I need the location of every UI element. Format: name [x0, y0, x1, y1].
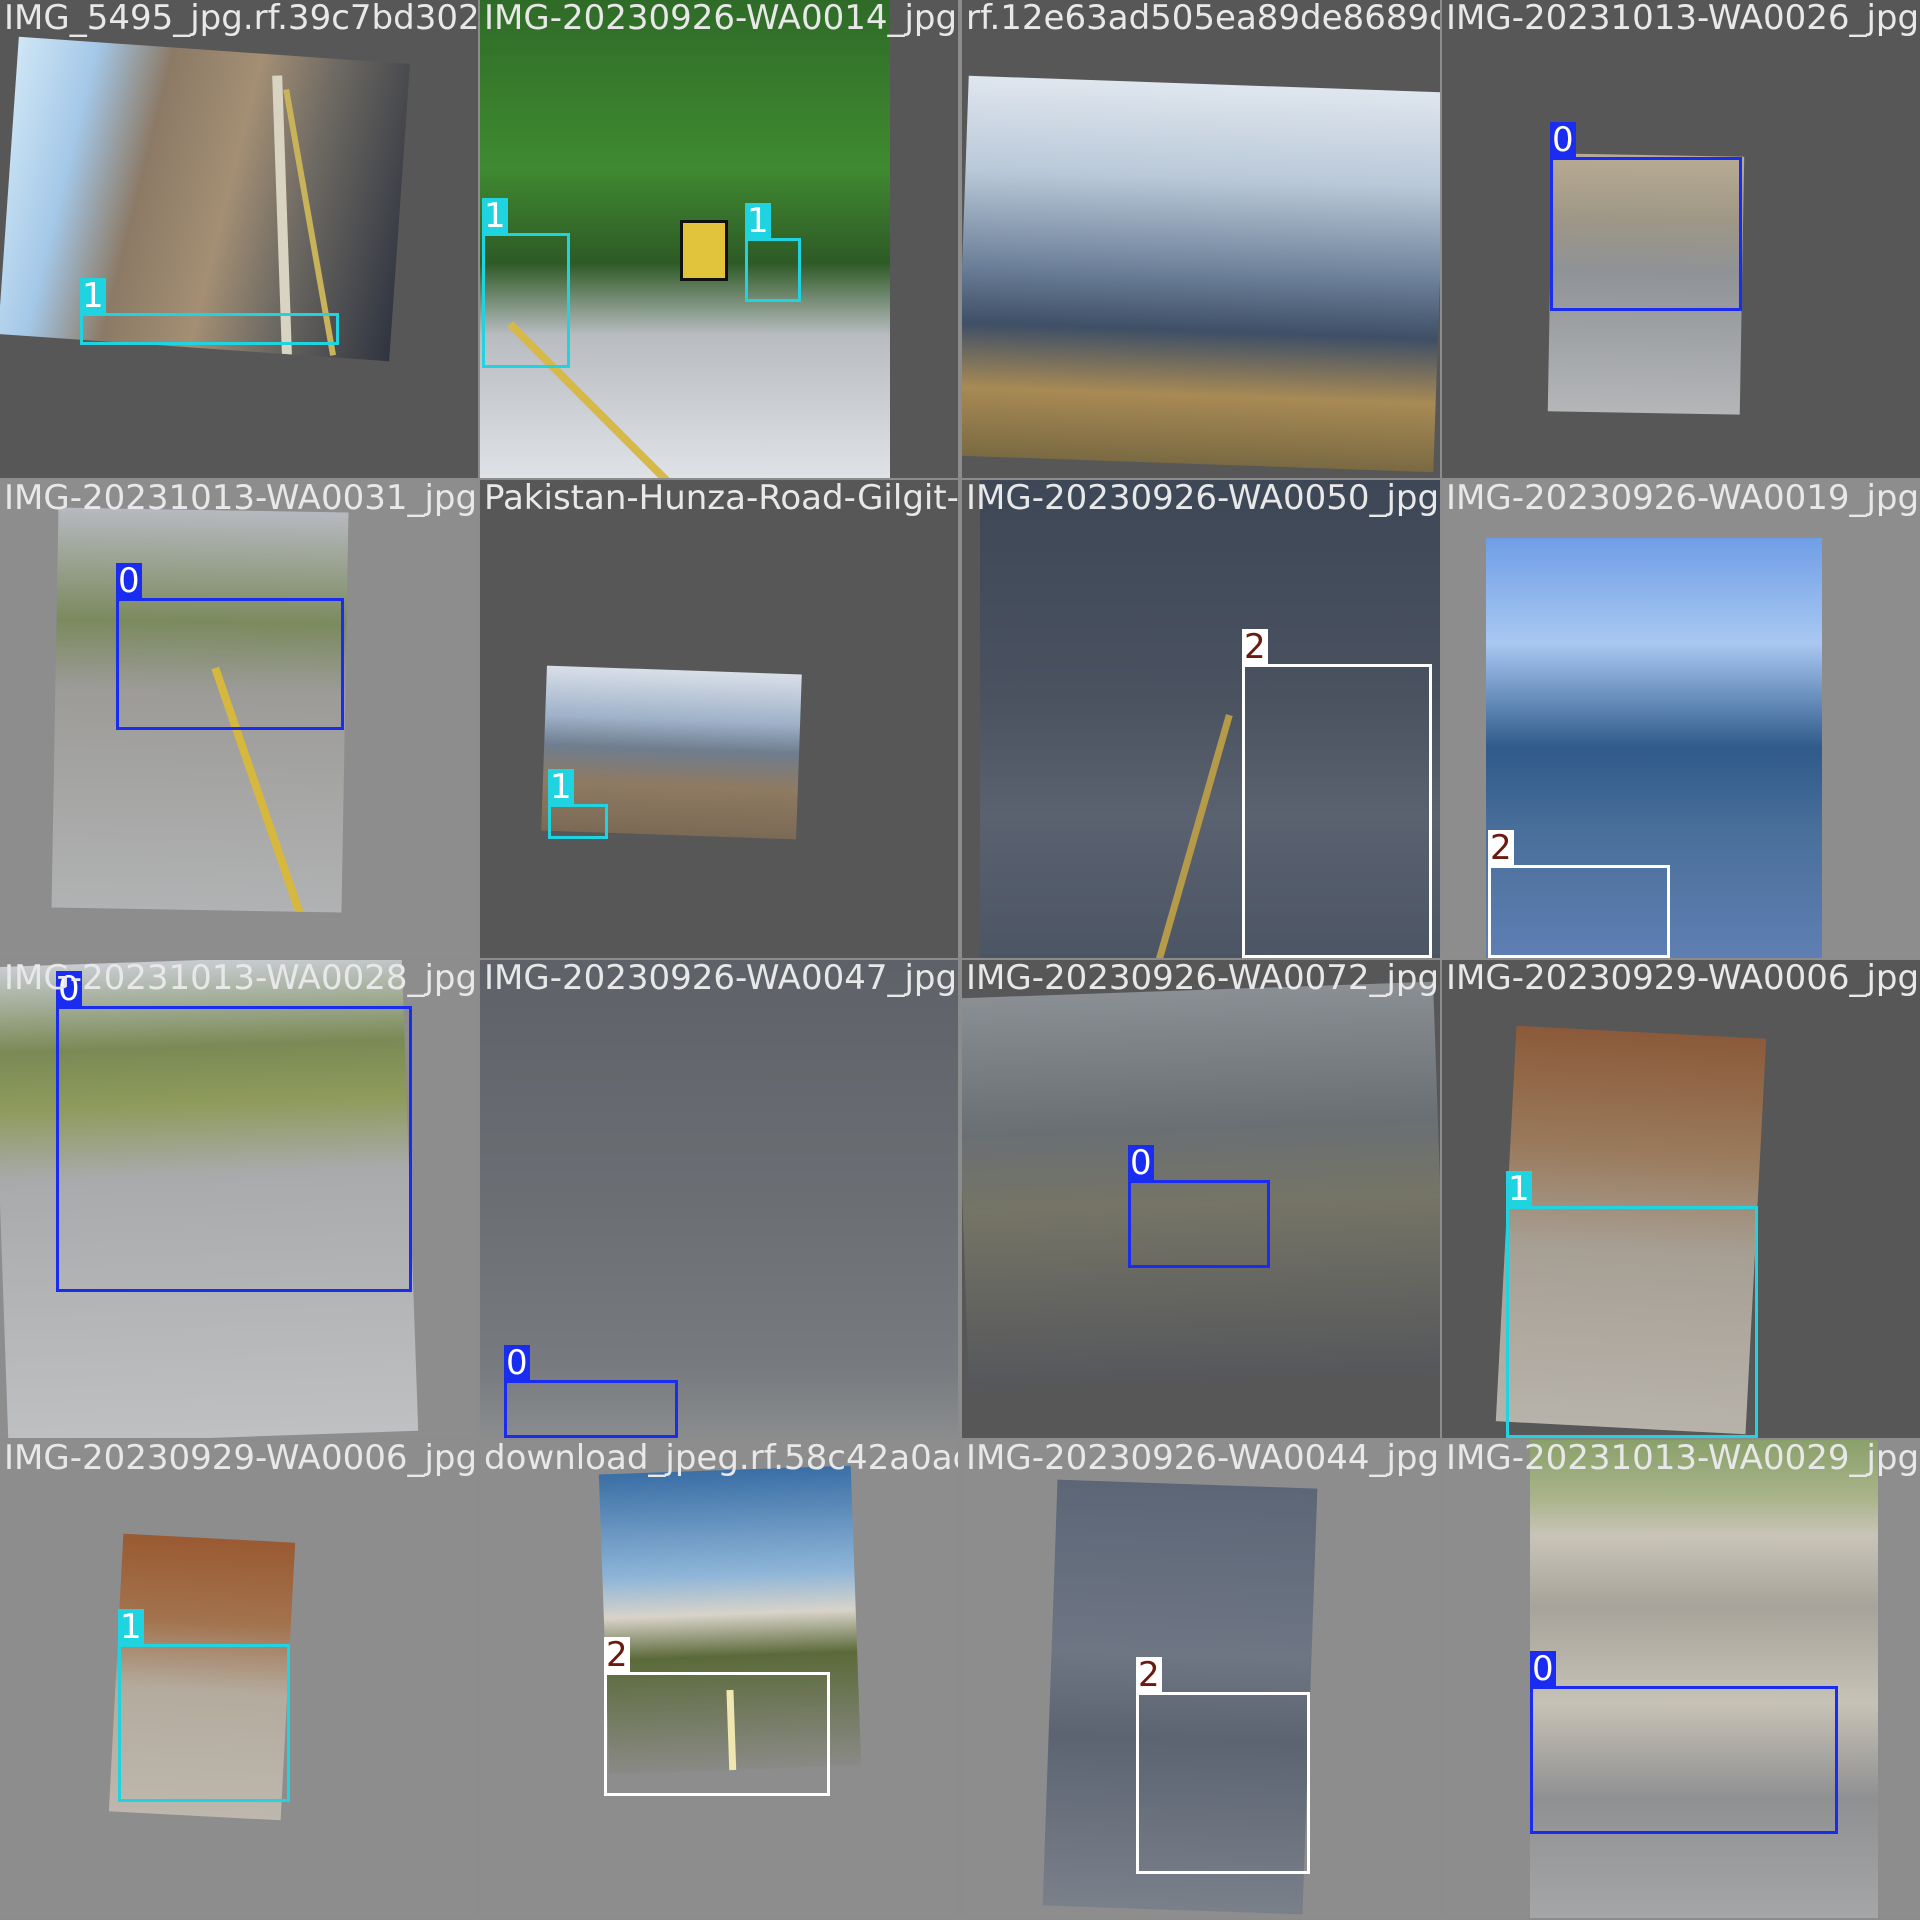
bounding-box — [548, 804, 608, 839]
class-label: 0 — [1128, 1143, 1154, 1183]
class-label: 0 — [1550, 120, 1576, 160]
bounding-box — [1488, 865, 1670, 958]
bounding-box — [745, 238, 801, 302]
bounding-box — [604, 1672, 830, 1796]
class-label: 0 — [504, 1343, 530, 1383]
image-filename: IMG-20230926-WA0019_jpg — [1446, 480, 1920, 518]
bounding-box — [482, 233, 570, 368]
image-filename: IMG_5495_jpg.rf.39c7bd302f7c0856215029e — [4, 0, 478, 38]
class-label: 2 — [1488, 828, 1514, 868]
mosaic-tile: 0 IMG-20231013-WA0031_jpg — [0, 480, 478, 958]
mosaic-tile: 0 IMG-20231013-WA0029_jpg — [1442, 1440, 1920, 1918]
mosaic-tile: 1 IMG-20230929-WA0006_jpg — [1442, 960, 1920, 1438]
bounding-box — [56, 1006, 412, 1292]
class-label: 1 — [80, 276, 106, 316]
bounding-box — [1136, 1692, 1310, 1874]
bounding-box — [118, 1644, 290, 1802]
class-label: 1 — [118, 1607, 144, 1647]
mosaic-tile: 2 IMG-20230926-WA0019_jpg — [1442, 480, 1920, 958]
class-label: 1 — [1506, 1169, 1532, 1209]
mosaic-tile: 2 download_jpeg.rf.58c42a0ac4859d4 — [480, 1440, 958, 1918]
image-filename: IMG-20230929-WA0006_jpg — [1446, 960, 1920, 998]
bounding-box — [1506, 1206, 1758, 1438]
mosaic-tile: 0 IMG-20230926-WA0072_jpg — [962, 960, 1440, 1438]
class-label: 2 — [1136, 1655, 1162, 1695]
augmented-batch-mosaic: 1 IMG_5495_jpg.rf.39c7bd302f7c0856215029… — [0, 0, 1920, 1920]
mosaic-tile: 1 IMG-20230929-WA0006_jpg — [0, 1440, 478, 1918]
class-label: 2 — [604, 1635, 630, 1675]
mosaic-tile: 1 IMG_5495_jpg.rf.39c7bd302f7c0856215029… — [0, 0, 478, 478]
class-label: 1 — [482, 196, 508, 236]
bounding-box — [1242, 664, 1432, 958]
image-filename: IMG-20230929-WA0006_jpg — [4, 1440, 478, 1478]
bounding-box — [80, 313, 339, 345]
class-label: 0 — [56, 969, 82, 1009]
road-photo — [1530, 1440, 1878, 1918]
bounding-box — [1550, 157, 1742, 311]
class-label: 2 — [1242, 627, 1268, 667]
mosaic-tile: 0 IMG-20231013-WA0026_jpg — [1442, 0, 1920, 478]
class-label: 1 — [745, 201, 771, 241]
mosaic-tile: 0 IMG-20231013-WA0028_jpg — [0, 960, 478, 1438]
class-label: 0 — [1530, 1649, 1556, 1689]
image-filename: IMG-20230926-WA0044_jpg — [966, 1440, 1440, 1478]
mosaic-tile: 2 IMG-20230926-WA0050_jpg — [962, 480, 1440, 958]
image-filename: Pakistan-Hunza-Road-Gilgit-Baltistan — [484, 480, 958, 518]
mosaic-tile: rf.12e63ad505ea89de8689cd9f — [962, 0, 1440, 478]
mosaic-tile: 2 IMG-20230926-WA0044_jpg — [962, 1440, 1440, 1918]
mountain-photo — [962, 75, 1440, 473]
class-label: 1 — [548, 767, 574, 807]
class-label: 0 — [116, 561, 142, 601]
bounding-box — [504, 1380, 678, 1438]
mosaic-tile: 1 1 IMG-20230926-WA0014_jpg — [480, 0, 958, 478]
image-filename: rf.12e63ad505ea89de8689cd9f — [966, 0, 1440, 38]
bounding-box — [1128, 1180, 1270, 1268]
bounding-box — [1530, 1686, 1838, 1834]
mosaic-tile: 1 Pakistan-Hunza-Road-Gilgit-Baltistan — [480, 480, 958, 958]
mosaic-tile: 0 IMG-20230926-WA0047_jpg — [480, 960, 958, 1438]
image-filename: IMG-20231013-WA0026_jpg — [1446, 0, 1920, 38]
bounding-box — [116, 598, 344, 730]
rockface-photo — [480, 960, 958, 1438]
